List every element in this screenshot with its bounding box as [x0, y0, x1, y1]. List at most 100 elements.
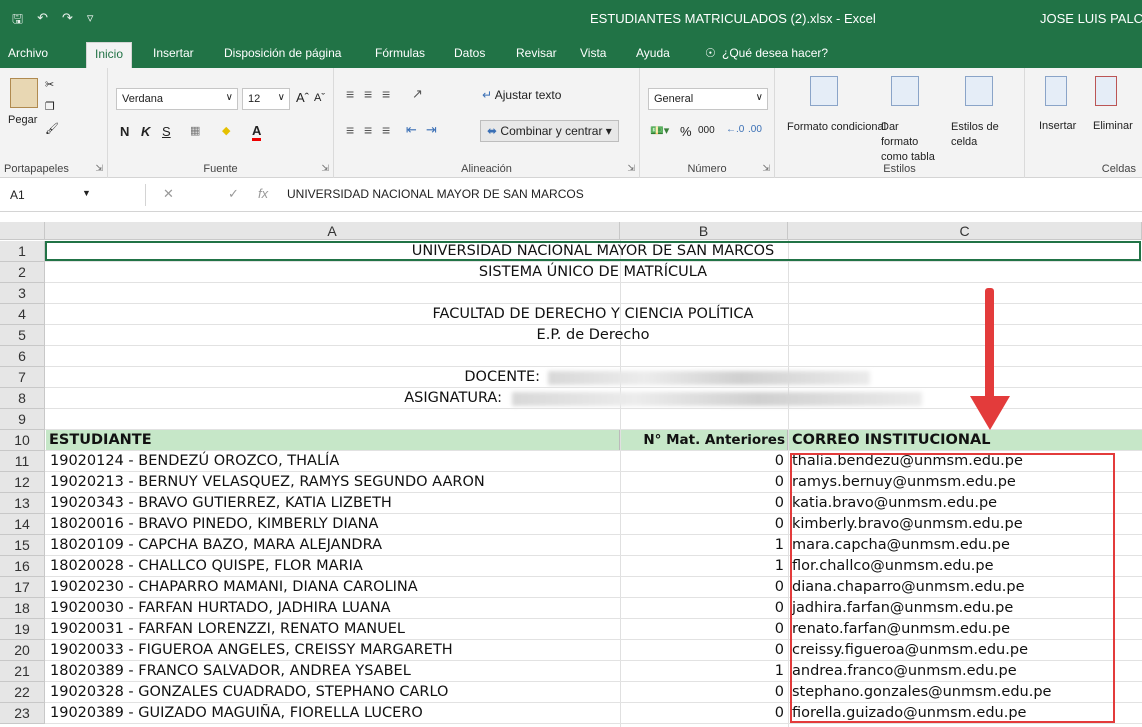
font-launcher-icon[interactable]: ⇲ [321, 163, 329, 174]
prior-enrollments-cell[interactable]: 0 [621, 598, 786, 619]
student-name-cell[interactable]: 19020343 - BRAVO GUTIERREZ, KATIA LIZBET… [46, 493, 618, 514]
row-header[interactable]: 14 [0, 514, 45, 535]
cancel-icon[interactable]: ✕ [163, 186, 174, 202]
insert-button[interactable]: Insertar [1039, 120, 1076, 132]
student-name-cell[interactable]: 18020389 - FRANCO SALVADOR, ANDREA YSABE… [46, 661, 618, 682]
accounting-format-icon[interactable]: 💵▾ [650, 124, 669, 137]
paste-button[interactable]: Pegar [8, 114, 37, 126]
row-header[interactable]: 4 [0, 304, 45, 325]
orientation-icon[interactable]: ↗ [412, 86, 423, 102]
merge-center-button[interactable]: ⬌ Combinar y centrar ▾ [480, 120, 619, 142]
copy-icon[interactable]: ❐ [45, 100, 55, 113]
decrease-decimal-icon[interactable]: .00 [748, 124, 762, 135]
font-name-select[interactable]: Verdana ∨ [116, 88, 238, 110]
prior-enrollments-cell[interactable]: 0 [621, 493, 786, 514]
paste-icon[interactable] [10, 78, 38, 108]
prior-enrollments-cell[interactable]: 0 [621, 619, 786, 640]
borders-icon[interactable]: ▦ [190, 124, 200, 137]
row-header[interactable]: 1 [0, 241, 45, 262]
number-format-select[interactable]: General ∨ [648, 88, 768, 110]
italic-button[interactable]: K [141, 124, 150, 139]
bottom-align-icon[interactable]: ≡ [382, 86, 390, 102]
tab-ayuda[interactable]: Ayuda [636, 46, 670, 60]
prior-enrollments-cell[interactable]: 0 [621, 451, 786, 472]
prior-enrollments-cell[interactable]: 0 [621, 514, 786, 535]
cell-styles-icon[interactable] [965, 76, 993, 106]
student-name-cell[interactable]: 19020031 - FARFAN LORENZZI, RENATO MANUE… [46, 619, 618, 640]
prior-enrollments-cell[interactable]: 1 [621, 661, 786, 682]
student-name-cell[interactable]: 18020028 - CHALLCO QUISPE, FLOR MARIA [46, 556, 618, 577]
row-header[interactable]: 11 [0, 451, 45, 472]
prior-enrollments-cell[interactable]: 1 [621, 535, 786, 556]
column-header-a[interactable]: A [45, 222, 620, 240]
undo-icon[interactable]: ↶ [37, 10, 48, 32]
row-header[interactable]: 13 [0, 493, 45, 514]
insert-function-icon[interactable]: fx [258, 186, 268, 201]
row-header[interactable]: 10 [0, 430, 45, 451]
fill-color-icon[interactable]: ◆ [222, 124, 230, 137]
row-header[interactable]: 12 [0, 472, 45, 493]
underline-button[interactable]: S [162, 124, 171, 139]
save-icon[interactable]: 🖫 [12, 10, 23, 32]
wrap-text-button[interactable]: ↵ Ajustar texto [482, 88, 561, 102]
tab-revisar[interactable]: Revisar [516, 46, 557, 60]
tab-disposicion[interactable]: Disposición de página [224, 46, 341, 60]
conditional-format-button[interactable]: Formato condicional [787, 120, 886, 135]
cut-icon[interactable]: ✂ [45, 78, 54, 91]
decrease-indent-icon[interactable]: ⇤ [406, 122, 417, 138]
align-right-icon[interactable]: ≡ [382, 122, 390, 138]
student-name-cell[interactable]: 19020328 - GONZALES CUADRADO, STEPHANO C… [46, 682, 618, 703]
tab-insertar[interactable]: Insertar [153, 46, 194, 60]
prior-enrollments-cell[interactable]: 0 [621, 703, 786, 724]
row-header[interactable]: 9 [0, 409, 45, 430]
name-box[interactable]: A1 ▼ [6, 184, 146, 206]
percent-button[interactable]: % [680, 124, 692, 139]
row-header[interactable]: 19 [0, 619, 45, 640]
confirm-icon[interactable]: ✓ [228, 186, 239, 202]
row-header[interactable]: 16 [0, 556, 45, 577]
insert-cells-icon[interactable] [1045, 76, 1067, 106]
column-header-c[interactable]: C [788, 222, 1142, 240]
row-header[interactable]: 5 [0, 325, 45, 346]
prior-enrollments-cell[interactable]: 0 [621, 682, 786, 703]
row-header[interactable]: 22 [0, 682, 45, 703]
top-align-icon[interactable]: ≡ [346, 86, 354, 102]
row-header[interactable]: 6 [0, 346, 45, 367]
student-name-cell[interactable]: 19020124 - BENDEZÚ OROZCO, THALÍA [46, 451, 618, 472]
increase-indent-icon[interactable]: ⇥ [426, 122, 437, 138]
student-name-cell[interactable]: 18020109 - CAPCHA BAZO, MARA ALEJANDRA [46, 535, 618, 556]
bold-button[interactable]: N [120, 124, 129, 139]
row-header[interactable]: 8 [0, 388, 45, 409]
format-painter-icon[interactable]: 🖌 [45, 122, 59, 135]
align-center-icon[interactable]: ≡ [364, 122, 372, 138]
number-launcher-icon[interactable]: ⇲ [762, 163, 770, 174]
row-header[interactable]: 3 [0, 283, 45, 304]
tell-me-search[interactable]: ¿Qué desea hacer? [722, 46, 828, 60]
student-name-cell[interactable]: 19020389 - GUIZADO MAGUIÑA, FIORELLA LUC… [46, 703, 618, 724]
tab-datos[interactable]: Datos [454, 46, 485, 60]
redo-icon[interactable]: ↷ [62, 10, 73, 32]
user-name[interactable]: JOSE LUIS PALC [1040, 11, 1142, 26]
row-header[interactable]: 17 [0, 577, 45, 598]
format-as-table-button[interactable]: Dar formato como tabla [881, 120, 937, 165]
row-header[interactable]: 15 [0, 535, 45, 556]
increase-decimal-icon[interactable]: ←.0 [726, 124, 744, 135]
tab-vista[interactable]: Vista [580, 46, 606, 60]
row-header[interactable]: 18 [0, 598, 45, 619]
delete-cells-icon[interactable] [1095, 76, 1117, 106]
middle-align-icon[interactable]: ≡ [364, 86, 372, 102]
grow-font-icon[interactable]: Aˆ [296, 90, 309, 105]
font-size-select[interactable]: 12 ∨ [242, 88, 290, 110]
student-name-cell[interactable]: 18020016 - BRAVO PINEDO, KIMBERLY DIANA [46, 514, 618, 535]
cell-styles-button[interactable]: Estilos de celda [951, 120, 1007, 150]
prior-enrollments-cell[interactable]: 0 [621, 640, 786, 661]
column-header-b[interactable]: B [620, 222, 788, 240]
tab-inicio[interactable]: Inicio [86, 42, 133, 68]
student-name-cell[interactable]: 19020033 - FIGUEROA ANGELES, CREISSY MAR… [46, 640, 618, 661]
clipboard-launcher-icon[interactable]: ⇲ [95, 163, 103, 174]
tab-formulas[interactable]: Fórmulas [375, 46, 425, 60]
tab-archivo[interactable]: Archivo [8, 46, 48, 60]
thousands-button[interactable]: 000 [698, 125, 715, 136]
row-header[interactable]: 23 [0, 703, 45, 724]
formula-input[interactable]: UNIVERSIDAD NACIONAL MAYOR DE SAN MARCOS [287, 187, 584, 201]
